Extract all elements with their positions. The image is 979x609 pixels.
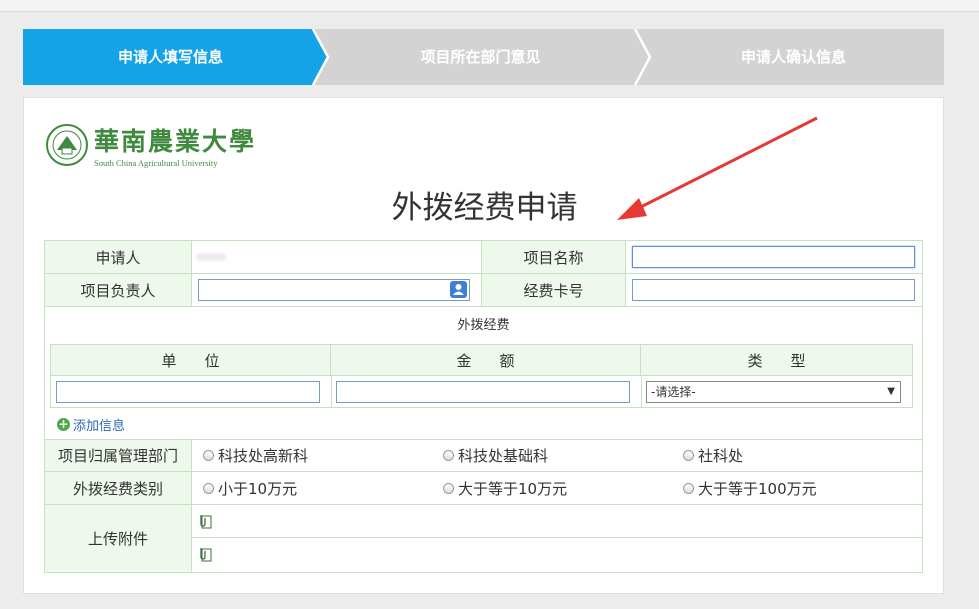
type-select-value: -请选择-: [651, 385, 696, 399]
university-emblem-icon: [46, 124, 88, 166]
paperclip-icon[interactable]: [198, 546, 212, 562]
application-panel: 華南農業大學 South China Agricultural Universi…: [23, 97, 944, 594]
project-name-label: 项目名称: [481, 241, 626, 273]
col-divider-2: [641, 376, 642, 407]
card-no-label: 经费卡号: [481, 274, 626, 306]
col-type-header: 类型: [641, 345, 912, 376]
upload-label: 上传附件: [45, 505, 192, 572]
col-unit-header: 单位: [51, 345, 331, 376]
row-department: 项目归属管理部门 科技处高新科 科技处基础科 社科处: [45, 440, 922, 472]
dept-radio-3[interactable]: 社科处: [683, 440, 743, 471]
paperclip-icon[interactable]: [198, 513, 212, 529]
row-external-funds: 外拨经费 单位 金额 类型 -请选择- ▼ + 添加信息: [45, 307, 922, 440]
dept-radio-2[interactable]: 科技处基础科: [443, 440, 548, 471]
step-2-department[interactable]: 项目所在部门意见: [323, 29, 638, 85]
step-progress-bar: 申请人填写信息 项目所在部门意见 申请人确认信息: [23, 29, 944, 85]
logo-english-name: South China Agricultural University: [94, 158, 218, 168]
project-lead-field: [198, 279, 470, 301]
project-name-cell: [626, 241, 922, 273]
category-radio-1[interactable]: 小于10万元: [203, 472, 297, 504]
add-circle-icon: +: [57, 417, 70, 431]
applicant-value: [192, 241, 481, 273]
category-option-3: 大于等于100万元: [698, 479, 817, 498]
dept-option-3: 社科处: [698, 447, 744, 465]
amount-input[interactable]: [336, 381, 630, 403]
dept-option-1: 科技处高新科: [218, 447, 309, 465]
row-upload: 上传附件: [45, 505, 922, 572]
page-title: 外拨经费申请: [391, 190, 578, 226]
radio-icon: [443, 450, 454, 461]
user-picker-icon[interactable]: [450, 281, 467, 298]
category-radio-2[interactable]: 大于等于10万元: [443, 472, 567, 504]
row-applicant: 申请人 项目名称: [45, 241, 922, 274]
row-category: 外拨经费类别 小于10万元 大于等于10万元 大于等于100万元: [45, 472, 922, 505]
dept-radio-1[interactable]: 科技处高新科: [203, 440, 308, 471]
radio-icon: [203, 450, 214, 461]
project-lead-label: 项目负责人: [45, 274, 192, 306]
application-form: 申请人 项目名称 项目负责人 经费卡号 外拨经费 单位 金额 类型 -请选择- …: [44, 240, 923, 573]
external-funds-section-label: 外拨经费: [457, 317, 510, 333]
applicant-label: 申请人: [45, 241, 192, 273]
project-lead-input[interactable]: [198, 279, 470, 301]
radio-icon: [203, 482, 214, 494]
applicant-name-blurred: [196, 253, 226, 261]
chevron-down-icon: ▼: [887, 386, 895, 397]
card-no-input[interactable]: [632, 279, 915, 301]
col-divider-1: [331, 376, 332, 407]
project-name-input[interactable]: [632, 246, 915, 268]
category-label: 外拨经费类别: [45, 472, 192, 504]
radio-icon: [443, 482, 454, 494]
type-select[interactable]: -请选择- ▼: [646, 381, 901, 403]
dept-label: 项目归属管理部门: [45, 440, 192, 471]
dept-option-2: 科技处基础科: [458, 447, 549, 465]
step-1-apply[interactable]: 申请人填写信息: [23, 29, 318, 85]
logo-chinese-name: 華南農業大學: [94, 127, 257, 156]
upload-slot-1: [192, 505, 922, 538]
step-3-confirm[interactable]: 申请人确认信息: [643, 29, 944, 85]
upload-slot-2: [192, 538, 922, 572]
row-project-lead: 项目负责人 经费卡号: [45, 274, 922, 307]
radio-icon: [683, 450, 694, 461]
unit-input[interactable]: [56, 381, 320, 403]
radio-icon: [683, 482, 694, 494]
col-amount-header: 金额: [331, 345, 641, 376]
add-info-label: 添加信息: [73, 419, 126, 434]
university-logo: 華南農業大學 South China Agricultural Universi…: [46, 122, 254, 172]
card-no-cell: [626, 274, 922, 306]
funds-subtable: 单位 金额 类型 -请选择- ▼: [50, 344, 913, 408]
category-radio-3[interactable]: 大于等于100万元: [683, 472, 817, 504]
project-lead-cell: [192, 274, 481, 306]
add-info-link[interactable]: + 添加信息: [57, 415, 125, 434]
browser-top-strip: [0, 0, 979, 12]
category-option-2: 大于等于10万元: [458, 479, 568, 498]
category-option-1: 小于10万元: [218, 479, 298, 498]
